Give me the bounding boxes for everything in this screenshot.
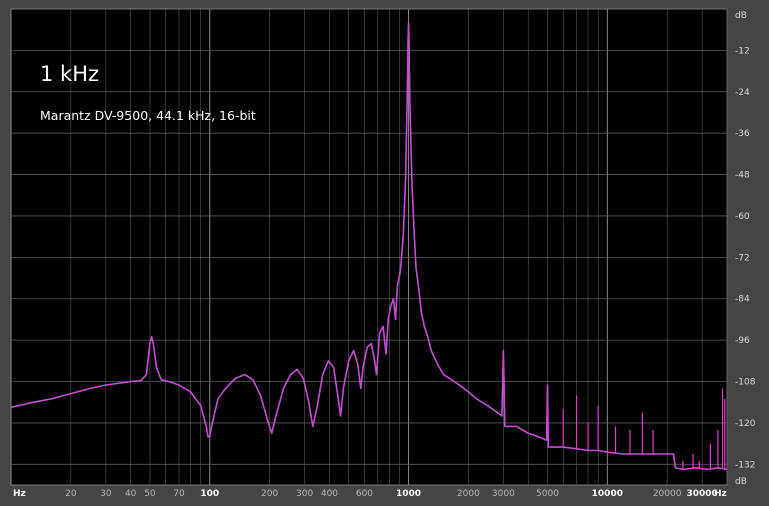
y-tick-label: -12 <box>735 46 750 56</box>
x-tick-label: 600 <box>356 489 373 499</box>
x-tick-label: 300 <box>296 489 313 499</box>
y-tick-label: -96 <box>735 336 750 346</box>
x-tick-label: 3000 <box>492 489 515 499</box>
plot-area <box>10 8 728 486</box>
y-tick-label: -36 <box>735 129 750 139</box>
x-tick-label: 20000 <box>653 489 682 499</box>
y-tick-label: -72 <box>735 253 750 263</box>
x-unit-label-left: Hz <box>13 489 26 499</box>
y-tick-label: -84 <box>735 295 750 305</box>
x-tick-label: 2000 <box>457 489 480 499</box>
x-tick-label: 40 <box>125 489 137 499</box>
x-tick-label: 50 <box>144 489 156 499</box>
y-unit-label-bottom: dB <box>735 477 747 487</box>
y-tick-label: -48 <box>735 171 750 181</box>
x-tick-label: 100 <box>200 489 219 499</box>
y-tick-label: -24 <box>735 88 750 98</box>
x-tick-label: 30 <box>100 489 112 499</box>
x-tick-label: 5000 <box>536 489 559 499</box>
y-unit-label-top: dB <box>735 11 747 21</box>
y-tick-label: -132 <box>735 460 755 470</box>
x-tick-label: 400 <box>321 489 338 499</box>
y-tick-label: -108 <box>735 378 756 388</box>
x-tick-label: 20 <box>65 489 77 499</box>
x-tick-label: 70 <box>173 489 185 499</box>
y-tick-label: -120 <box>735 419 756 429</box>
x-tick-label: 1000 <box>396 489 421 499</box>
chart-title: 1 kHz <box>40 62 100 86</box>
x-tick-label: 200 <box>261 489 278 499</box>
spectrum-chart: -12 -24 -36 -48 -60 -72 -84 -96 -108 -120 -132 dB dB… <box>10 8 756 499</box>
x-unit-label-right: Hz <box>714 489 727 499</box>
y-tick-label: -60 <box>735 212 750 222</box>
x-tick-label: 10000 <box>592 489 623 499</box>
chart-subtitle: Marantz DV-9500, 44.1 kHz, 16-bit <box>40 108 256 123</box>
